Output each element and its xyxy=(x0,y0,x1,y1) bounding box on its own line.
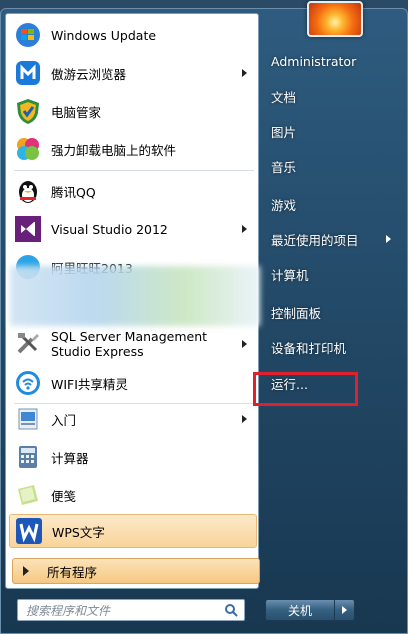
wifi-share-icon xyxy=(13,368,43,398)
menu-item-pc-manager[interactable]: 电脑管家 xyxy=(9,92,257,130)
menu-item-label: SQL Server Management Studio Express xyxy=(51,329,208,359)
menu-item-label: 电脑管家 xyxy=(51,104,102,120)
right-item-music[interactable]: 音乐 xyxy=(263,152,403,180)
search-input[interactable]: 搜索程序和文件 xyxy=(17,599,245,621)
menu-item-label: 傲游云浏览器 xyxy=(51,66,127,82)
menu-item-getting-started[interactable]: 入门 xyxy=(9,400,257,438)
right-item-label: 计算机 xyxy=(271,267,309,283)
right-item-label: 音乐 xyxy=(271,159,297,175)
calculator-icon xyxy=(13,442,43,472)
getting-started-icon xyxy=(13,404,43,434)
right-item-label: 文档 xyxy=(271,89,297,105)
menu-item-visual-studio[interactable]: Visual Studio 2012 xyxy=(9,210,257,248)
shutdown-button[interactable]: 关机 xyxy=(265,599,335,621)
uninstall-petals-icon xyxy=(13,134,43,164)
menu-item-label: 计算器 xyxy=(51,450,89,466)
right-item-control-panel[interactable]: 控制面板 xyxy=(263,298,403,326)
right-item-pictures[interactable]: 图片 xyxy=(263,117,403,145)
shutdown-group: 关机 xyxy=(265,599,355,621)
search-placeholder: 搜索程序和文件 xyxy=(26,603,111,618)
menu-item-sticky-notes[interactable]: 便笺 xyxy=(9,476,257,514)
start-menu: Windows Update 傲游云浏览器 电脑管家 强力卸载电脑上的软件 腾讯… xyxy=(0,1,408,634)
right-item-recent-items[interactable]: 最近使用的项目 xyxy=(263,225,403,253)
right-item-games[interactable]: 游戏 xyxy=(263,190,403,218)
submenu-arrow-icon xyxy=(242,225,247,233)
menu-item-calculator[interactable]: 计算器 xyxy=(9,438,257,476)
menu-item-label: Windows Update xyxy=(51,27,157,43)
search-icon[interactable] xyxy=(224,603,238,617)
run-highlight-box xyxy=(253,372,358,406)
menu-item-windows-update[interactable]: Windows Update xyxy=(9,16,257,54)
windows-update-icon xyxy=(13,20,43,50)
obscured-region xyxy=(10,266,260,326)
right-item-label: 游戏 xyxy=(271,197,297,213)
menu-item-label: 腾讯QQ xyxy=(51,184,96,200)
right-item-devices-printers[interactable]: 设备和打印机 xyxy=(263,333,403,361)
right-item-documents[interactable]: 文档 xyxy=(263,82,403,110)
right-item-label: 控制面板 xyxy=(271,305,322,321)
all-programs-button[interactable]: 所有程序 xyxy=(12,558,260,584)
menu-item-label: WPS文字 xyxy=(52,524,105,540)
menu-item-label: 强力卸载电脑上的软件 xyxy=(51,142,177,158)
menu-item-sql-server[interactable]: SQL Server Management Studio Express xyxy=(9,324,257,364)
user-avatar[interactable] xyxy=(307,1,363,37)
right-item-label: 最近使用的项目 xyxy=(271,232,359,248)
shutdown-options-button[interactable] xyxy=(335,599,355,621)
right-item-label: 设备和打印机 xyxy=(271,340,347,356)
chevron-right-icon xyxy=(342,606,347,614)
sql-tools-icon xyxy=(13,329,43,359)
menu-item-qq[interactable]: 腾讯QQ xyxy=(9,172,257,210)
all-programs-label: 所有程序 xyxy=(47,564,98,580)
sticky-notes-icon xyxy=(13,480,43,510)
menu-item-uninstall[interactable]: 强力卸载电脑上的软件 xyxy=(9,130,257,168)
submenu-arrow-icon xyxy=(242,415,247,423)
right-item-label: 图片 xyxy=(271,124,297,140)
programs-panel: Windows Update 傲游云浏览器 电脑管家 强力卸载电脑上的软件 腾讯… xyxy=(5,13,260,589)
expand-arrow-icon xyxy=(23,566,29,576)
menu-item-label: Visual Studio 2012 xyxy=(51,221,168,237)
menu-item-wifi-share[interactable]: WIFI共享精灵 xyxy=(9,364,257,402)
submenu-arrow-icon xyxy=(242,340,247,348)
divider xyxy=(14,170,254,171)
submenu-arrow-icon xyxy=(242,69,247,77)
submenu-arrow-icon xyxy=(386,235,391,243)
menu-item-maxthon[interactable]: 傲游云浏览器 xyxy=(9,54,257,92)
maxthon-browser-icon xyxy=(13,58,43,88)
visual-studio-icon xyxy=(13,214,43,244)
pc-manager-shield-icon xyxy=(13,96,43,126)
menu-item-label: 便笺 xyxy=(51,488,77,504)
right-item-administrator[interactable]: Administrator xyxy=(263,47,403,75)
right-item-label: Administrator xyxy=(271,53,357,69)
menu-item-label: WIFI共享精灵 xyxy=(51,376,128,392)
right-item-computer[interactable]: 计算机 xyxy=(263,260,403,288)
menu-item-label: 入门 xyxy=(51,412,77,428)
qq-penguin-icon xyxy=(13,176,43,206)
wps-writer-icon xyxy=(14,516,44,546)
menu-item-wps-writer[interactable]: WPS文字 xyxy=(9,514,257,548)
